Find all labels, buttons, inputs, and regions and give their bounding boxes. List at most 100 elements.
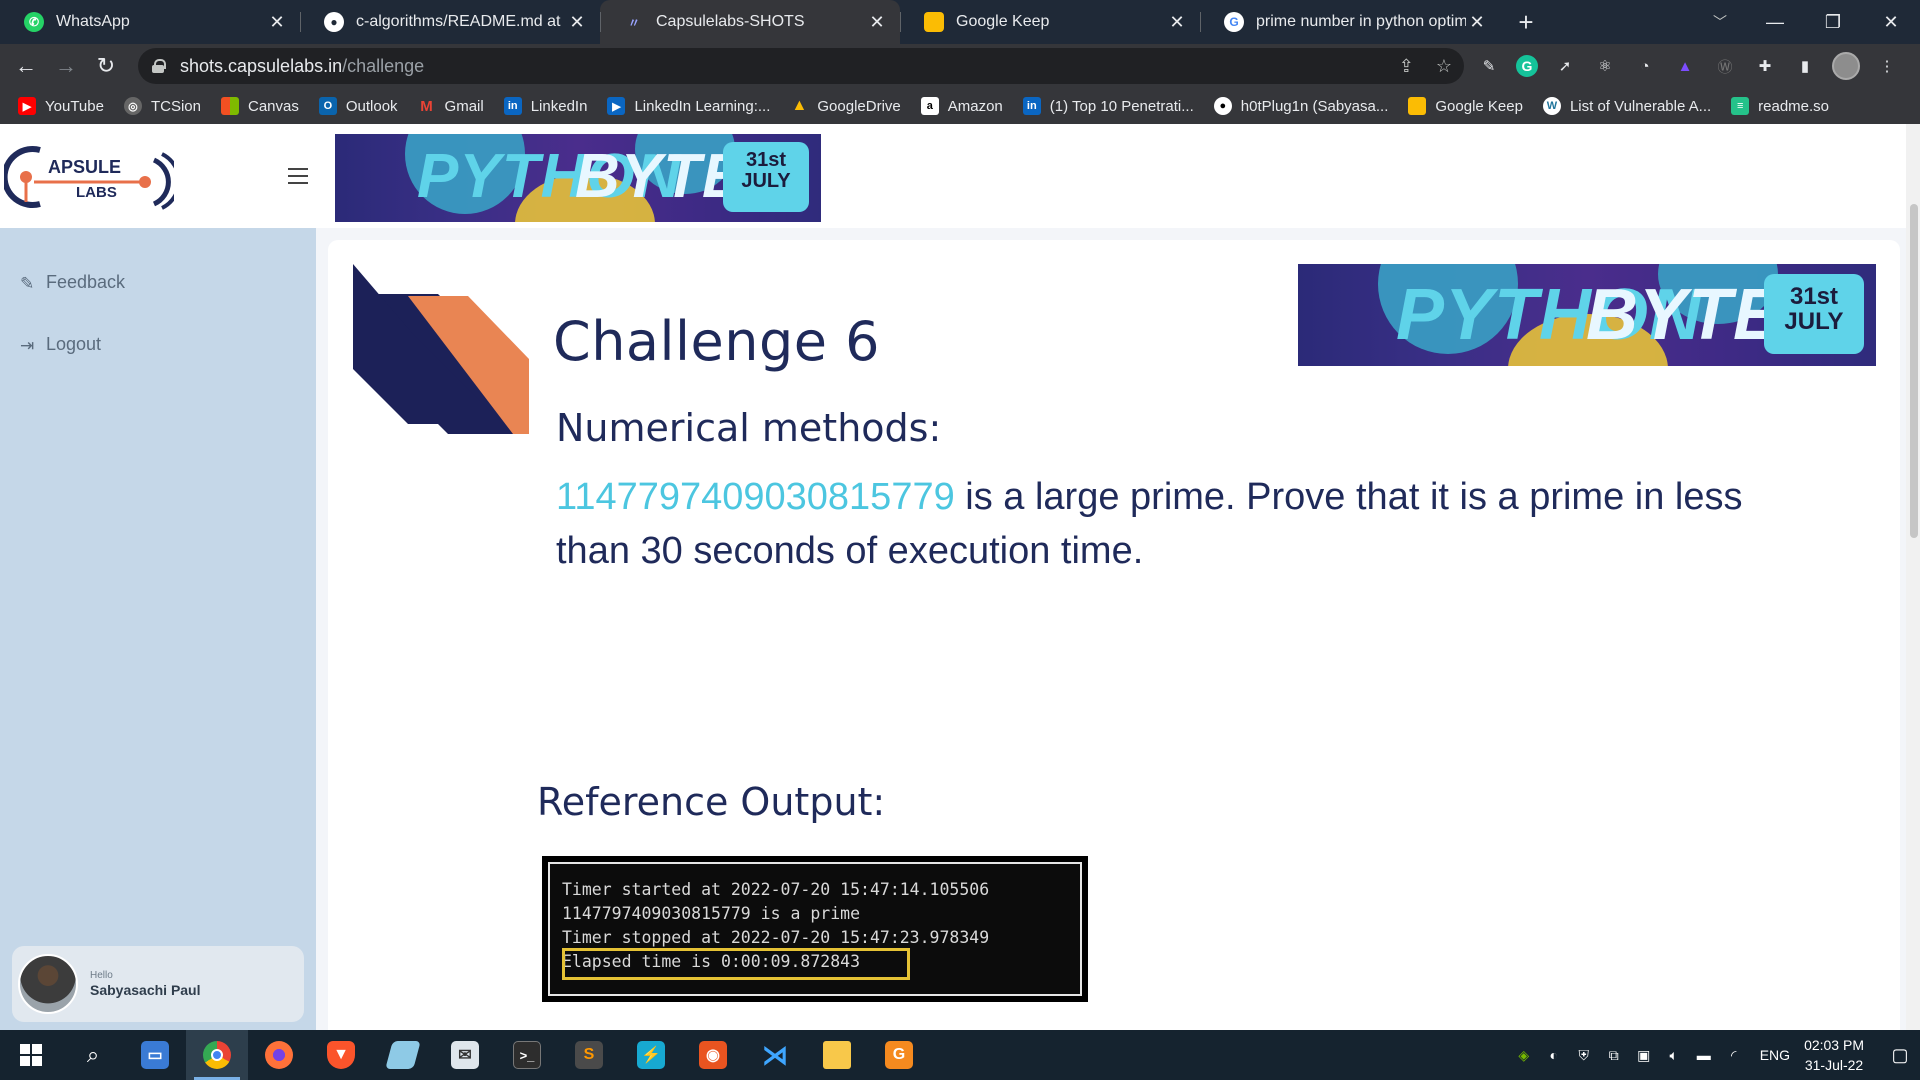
wifi-icon[interactable]: ◜ <box>1722 1043 1746 1067</box>
taskbar-pdf[interactable]: G <box>868 1030 930 1080</box>
taskbar-desktop[interactable]: ▭ <box>124 1030 186 1080</box>
firefox-icon <box>265 1041 293 1069</box>
meet-now-icon[interactable]: ⧉ <box>1602 1043 1626 1067</box>
back-icon[interactable]: ← <box>6 46 46 86</box>
wordpress-extension-icon[interactable]: Ⓦ <box>1712 53 1738 79</box>
taskbar-ubuntu[interactable]: ◉ <box>682 1030 744 1080</box>
extensions-puzzle-icon[interactable]: ✚ <box>1752 53 1778 79</box>
sidebar-item-logout[interactable]: ⇥ Logout <box>20 334 101 355</box>
hat-extension-icon[interactable]: ▲ <box>1672 53 1698 79</box>
tab-whatsapp[interactable]: ✆ WhatsApp ✕ <box>0 0 300 44</box>
python-bytes-banner-top[interactable]: PYTHON BYTES 31st JULY <box>335 134 821 222</box>
tab-search-icon[interactable]: ﹀ <box>1700 0 1740 44</box>
web-page: APSULE LABS ✎ Feedback ⇥ Logout Hello Sa… <box>0 124 1920 1030</box>
volume-icon[interactable]: 🔈︎ <box>1662 1043 1686 1067</box>
profile-avatar[interactable] <box>1832 52 1860 80</box>
pen-extension-icon[interactable]: ✎ <box>1476 53 1502 79</box>
reference-output-title: Reference Output: <box>537 780 886 824</box>
taskbar-sublime[interactable]: S <box>558 1030 620 1080</box>
hamburger-menu-icon[interactable] <box>288 168 308 184</box>
logo-text-bottom: LABS <box>76 184 117 201</box>
tab-prime-number-search[interactable]: G prime number in python optimiz ✕ <box>1200 0 1500 44</box>
taskbar-mail[interactable]: ✉ <box>434 1030 496 1080</box>
github-icon: ● <box>1213 97 1232 115</box>
network-icon[interactable]: ▣ <box>1632 1043 1656 1067</box>
system-clock[interactable]: 02:03 PM 31-Jul-22 <box>1804 1035 1864 1075</box>
lock-icon[interactable] <box>152 59 166 73</box>
reference-output-terminal: Timer started at 2022-07-20 15:47:14.105… <box>542 856 1088 1002</box>
new-tab-button[interactable]: + <box>1506 0 1546 44</box>
sublime-icon: S <box>575 1041 603 1069</box>
restore-button[interactable]: ❐ <box>1804 0 1862 44</box>
ubuntu-icon: ◉ <box>699 1041 727 1069</box>
banner-date-badge: 31st JULY <box>723 142 809 212</box>
user-card[interactable]: Hello Sabyasachi Paul <box>12 946 304 1022</box>
brand-area: APSULE LABS <box>0 124 316 228</box>
bookmark-h0tplug1n[interactable]: ● h0tPlug1n (Sabyasa... <box>1213 97 1388 115</box>
bookmark-linkedin[interactable]: in LinkedIn <box>503 97 587 115</box>
user-name: Sabyasachi Paul <box>90 982 201 998</box>
bookmark-googledrive[interactable]: ▲ GoogleDrive <box>790 97 900 115</box>
bookmark-linkedin-learning[interactable]: ▶ LinkedIn Learning:... <box>607 97 770 115</box>
tab-strip: ✆ WhatsApp ✕ ● c-algorithms/README.md at… <box>0 0 1920 44</box>
more-menu-icon[interactable]: ⋮ <box>1874 53 1900 79</box>
taskbar-app[interactable] <box>372 1030 434 1080</box>
laptop-icon: ▭ <box>141 1041 169 1069</box>
react-devtools-icon[interactable]: ⚛ <box>1592 53 1618 79</box>
bookmark-google-keep[interactable]: Google Keep <box>1408 97 1523 115</box>
tab-c-algorithms[interactable]: ● c-algorithms/README.md at mai ✕ <box>300 0 600 44</box>
tcsion-icon: ◎ <box>123 97 142 115</box>
close-icon[interactable]: ✕ <box>1166 11 1188 33</box>
cursor-extension-icon[interactable]: ➚ <box>1552 53 1578 79</box>
bookmark-canvas[interactable]: Canvas <box>220 97 299 115</box>
reload-icon[interactable]: ↻ <box>86 46 126 86</box>
bookmark-readme-so[interactable]: ≡ readme.so <box>1731 97 1829 115</box>
minimize-button[interactable]: — <box>1746 0 1804 44</box>
bookmark-outlook[interactable]: O Outlook <box>318 97 398 115</box>
address-bar[interactable]: shots.capsulelabs.in/challenge ⇪ ☆ <box>138 48 1464 84</box>
close-icon[interactable]: ✕ <box>866 11 888 33</box>
taskbar-search[interactable]: ⌕ <box>62 1030 124 1080</box>
taskbar-files[interactable] <box>806 1030 868 1080</box>
sidebar-item-feedback[interactable]: ✎ Feedback <box>20 272 125 293</box>
close-icon[interactable]: ✕ <box>566 11 588 33</box>
notification-center-icon[interactable]: ▢ <box>1880 1030 1920 1080</box>
bookmark-tcsion[interactable]: ◎ TCSion <box>123 97 201 115</box>
tab-capsulelabs-shots[interactable]: 〃 Capsulelabs-SHOTS ✕ <box>600 0 900 44</box>
battery-icon[interactable]: ▬ <box>1692 1043 1716 1067</box>
language-indicator[interactable]: ENG <box>1760 1047 1790 1063</box>
start-button[interactable] <box>0 1030 62 1080</box>
bookmark-star-icon[interactable]: ☆ <box>1436 56 1452 77</box>
bookmark-youtube[interactable]: ▶ YouTube <box>18 97 104 115</box>
chat-extension-icon[interactable]: ◔ <box>1632 53 1658 79</box>
bookmark-vulnerable-apps[interactable]: W List of Vulnerable A... <box>1542 97 1711 115</box>
forward-icon[interactable]: → <box>46 46 86 86</box>
bookmark-gmail[interactable]: M Gmail <box>418 97 483 115</box>
banner-date-badge: 31st JULY <box>1764 274 1864 354</box>
nvidia-icon[interactable]: ◈ <box>1512 1043 1536 1067</box>
taskbar-firefox[interactable] <box>248 1030 310 1080</box>
steam-icon[interactable]: ◐ <box>1542 1043 1566 1067</box>
taskbar-terminal[interactable]: >_ <box>496 1030 558 1080</box>
whatsapp-icon: ✆ <box>24 12 44 32</box>
bookmark-top10-penetration[interactable]: in (1) Top 10 Penetrati... <box>1022 97 1194 115</box>
share-icon[interactable]: ⇪ <box>1399 56 1414 77</box>
security-shield-icon[interactable]: ⛨ <box>1572 1043 1596 1067</box>
side-panel-icon[interactable]: ▮ <box>1792 53 1818 79</box>
tab-google-keep[interactable]: Google Keep ✕ <box>900 0 1200 44</box>
python-bytes-banner-main[interactable]: PYTHON BYTES 31st JULY <box>1298 264 1876 366</box>
taskbar-chrome[interactable] <box>186 1030 248 1080</box>
taskbar-brave[interactable]: ▼ <box>310 1030 372 1080</box>
taskbar-bolt[interactable]: ⚡ <box>620 1030 682 1080</box>
blue-app-icon <box>385 1041 421 1069</box>
page-scrollbar-thumb[interactable] <box>1910 204 1918 538</box>
top-header: PYTHON BYTES 31st JULY <box>316 124 1920 228</box>
grammarly-icon[interactable]: G <box>1516 55 1538 77</box>
bookmarks-bar: ▶ YouTube ◎ TCSion Canvas O Outlook M Gmail … <box>0 88 1920 124</box>
close-icon[interactable]: ✕ <box>266 11 288 33</box>
close-icon[interactable]: ✕ <box>1466 11 1488 33</box>
close-window-button[interactable]: ✕ <box>1862 0 1920 44</box>
bookmark-amazon[interactable]: a Amazon <box>920 97 1003 115</box>
taskbar-vscode[interactable]: ⋊ <box>744 1030 806 1080</box>
capsule-labs-logo[interactable]: APSULE LABS <box>4 142 174 212</box>
